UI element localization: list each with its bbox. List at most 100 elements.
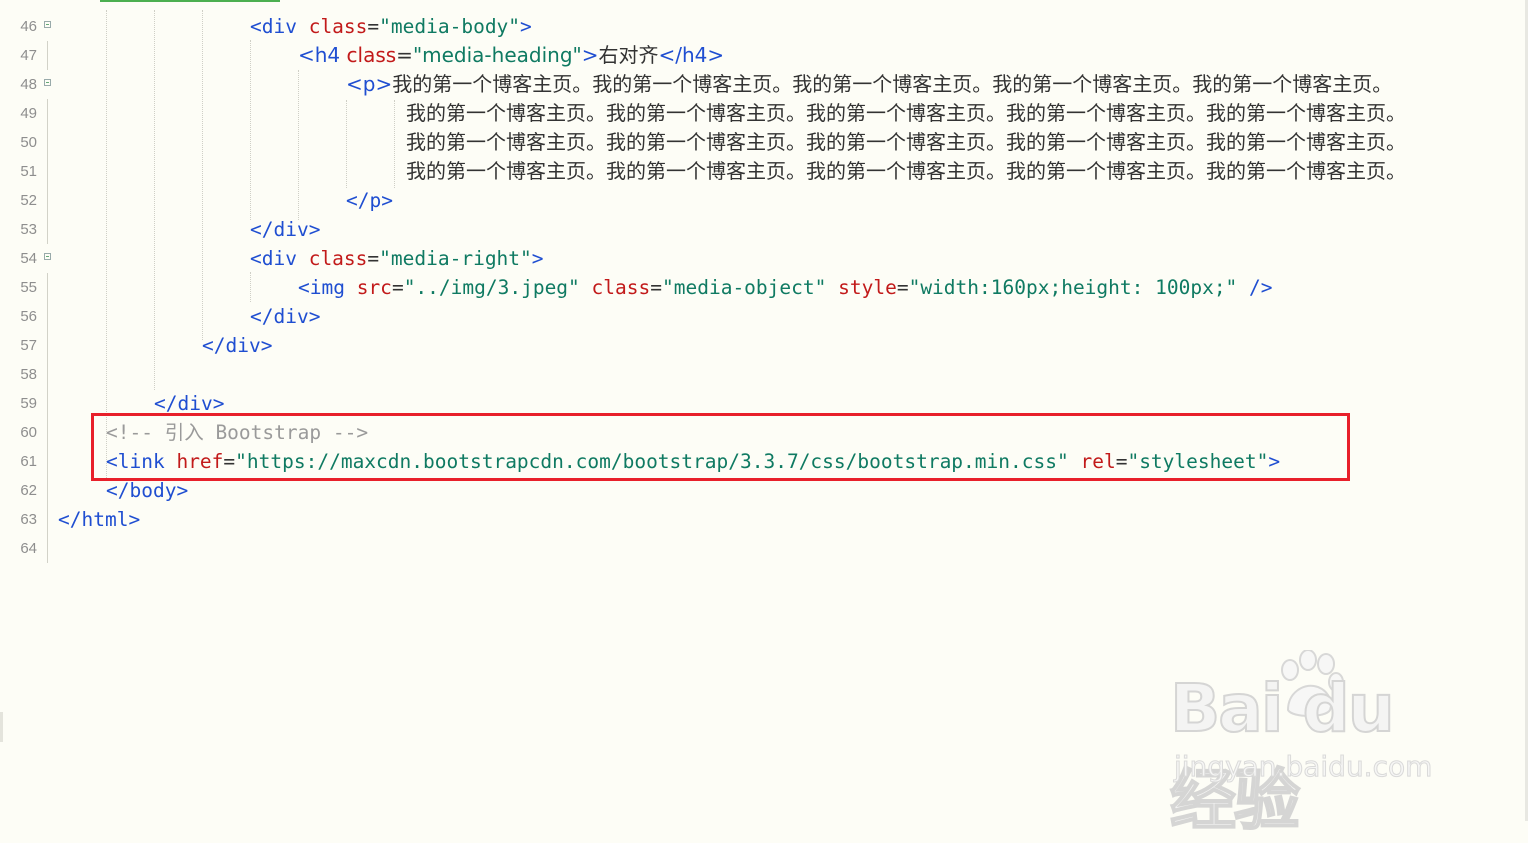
code-line[interactable]: 50 我的第一个博客主页。我的第一个博客主页。我的第一个博客主页。我的第一个博客主…	[0, 128, 1528, 157]
line-number: 53	[20, 221, 37, 238]
line-number: 60	[20, 424, 37, 441]
code-token: =	[391, 276, 404, 299]
code-token: </div>	[202, 334, 273, 357]
code-text: </html>	[58, 505, 140, 534]
line-number: 55	[20, 279, 37, 296]
line-number: 59	[20, 395, 37, 412]
code-line[interactable]: 56 </div>	[0, 302, 1528, 331]
fold-guide	[47, 41, 48, 70]
code-line[interactable]: 57 </div>	[0, 331, 1528, 360]
line-number: 50	[20, 134, 37, 151]
fold-guide	[47, 157, 48, 186]
code-token: 我的第一个博客主页。我的第一个博客主页。我的第一个博客主页。我的第一个博客主页。…	[406, 130, 1406, 154]
fold-guide	[47, 99, 48, 128]
code-token: <div	[250, 15, 309, 38]
code-token: =	[367, 247, 380, 270]
line-number: 54	[20, 250, 37, 267]
code-token: </div>	[250, 218, 321, 241]
code-text: <div class="media-right">	[250, 244, 544, 273]
fold-guide	[47, 186, 48, 215]
line-number: 52	[20, 192, 37, 209]
code-token: >	[531, 247, 544, 270]
code-text: </p>	[346, 186, 393, 215]
code-line[interactable]: 55 <img src="../img/3.jpeg" class="media-…	[0, 273, 1528, 302]
fold-guide	[47, 447, 48, 476]
code-line[interactable]: 54 <div class="media-right">	[0, 244, 1528, 273]
line-number: 63	[20, 511, 37, 528]
fold-guide	[47, 418, 48, 447]
code-token: "../img/3.jpeg"	[403, 276, 580, 299]
code-token: "media-right"	[379, 247, 532, 270]
fold-guide	[47, 331, 48, 360]
line-number: 46	[20, 18, 37, 35]
code-line[interactable]: 48 <p>我的第一个博客主页。我的第一个博客主页。我的第一个博客主页。我的第一个…	[0, 70, 1528, 99]
code-token: >	[581, 43, 599, 67]
line-number: 58	[20, 366, 37, 383]
code-token: class	[591, 276, 651, 299]
fold-guide	[47, 389, 48, 418]
code-token: "media-object"	[662, 276, 827, 299]
code-text: </div>	[202, 331, 272, 360]
highlight-annotation-box	[91, 413, 1350, 481]
code-line[interactable]: 47 <h4 class="media-heading">右对齐</h4>	[0, 41, 1528, 70]
code-token: />	[1237, 276, 1273, 299]
code-line[interactable]: 49 我的第一个博客主页。我的第一个博客主页。我的第一个博客主页。我的第一个博客主…	[0, 99, 1528, 128]
code-token: 我的第一个博客主页。我的第一个博客主页。我的第一个博客主页。我的第一个博客主页。…	[406, 159, 1406, 183]
code-token: =	[896, 276, 909, 299]
code-token: 右对齐	[598, 43, 659, 67]
active-tab-indicator	[100, 0, 280, 2]
fold-guide	[47, 215, 48, 244]
line-number: 57	[20, 337, 37, 354]
code-line[interactable]: 53 </div>	[0, 215, 1528, 244]
code-line[interactable]: 64	[0, 534, 1528, 563]
line-number: 48	[20, 76, 37, 93]
line-number: 64	[20, 540, 37, 557]
fold-guide	[47, 476, 48, 505]
line-number: 47	[20, 47, 37, 64]
code-token: </body>	[106, 479, 189, 502]
code-token: "media-body"	[379, 15, 521, 38]
code-line[interactable]: 58	[0, 360, 1528, 389]
code-text: 我的第一个博客主页。我的第一个博客主页。我的第一个博客主页。我的第一个博客主页。…	[406, 128, 1406, 157]
fold-guide	[47, 302, 48, 331]
code-text: </div>	[250, 302, 320, 331]
code-token: =	[650, 276, 662, 299]
code-token: class	[308, 15, 368, 38]
code-token: =	[367, 15, 380, 38]
gutter-marker	[0, 712, 3, 742]
code-token: <h4	[298, 43, 347, 67]
code-text: </div>	[250, 215, 320, 244]
code-token: >	[520, 15, 532, 38]
fold-guide	[47, 128, 48, 157]
fold-toggle-icon[interactable]	[44, 21, 51, 28]
line-number: 49	[20, 105, 37, 122]
code-token: <img	[298, 276, 357, 299]
line-number: 62	[20, 482, 37, 499]
code-token: "width:160px;height: 100px;"	[908, 276, 1238, 299]
code-token: </p>	[346, 189, 393, 212]
code-line[interactable]: 63 </html>	[0, 505, 1528, 534]
code-token: </h4>	[658, 43, 725, 67]
code-text: 我的第一个博客主页。我的第一个博客主页。我的第一个博客主页。我的第一个博客主页。…	[406, 157, 1406, 186]
fold-toggle-icon[interactable]	[44, 79, 51, 86]
fold-guide	[47, 273, 48, 302]
code-editor[interactable]: 46 <div class="media-body"> 47 <h4 class="m…	[0, 0, 1528, 840]
code-line[interactable]: 52 </p>	[0, 186, 1528, 215]
code-line[interactable]: 51 我的第一个博客主页。我的第一个博客主页。我的第一个博客主页。我的第一个博客主…	[0, 157, 1528, 186]
fold-guide	[47, 534, 48, 563]
code-text: <img src="../img/3.jpeg" class="media-ob…	[298, 273, 1273, 302]
code-token: </div>	[250, 305, 321, 328]
code-token: src	[356, 276, 392, 299]
code-text: <div class="media-body">	[250, 12, 532, 41]
code-token: <p>	[346, 72, 393, 96]
code-token: class	[308, 247, 368, 270]
fold-toggle-icon[interactable]	[44, 253, 51, 260]
code-line[interactable]: 46 <div class="media-body">	[0, 12, 1528, 41]
code-token: class	[346, 43, 397, 67]
code-token: 我的第一个博客主页。我的第一个博客主页。我的第一个博客主页。我的第一个博客主页。…	[392, 72, 1393, 96]
code-token: </html>	[58, 508, 141, 531]
code-token: </div>	[154, 392, 225, 415]
code-text: <h4 class="media-heading">右对齐</h4>	[298, 41, 724, 70]
